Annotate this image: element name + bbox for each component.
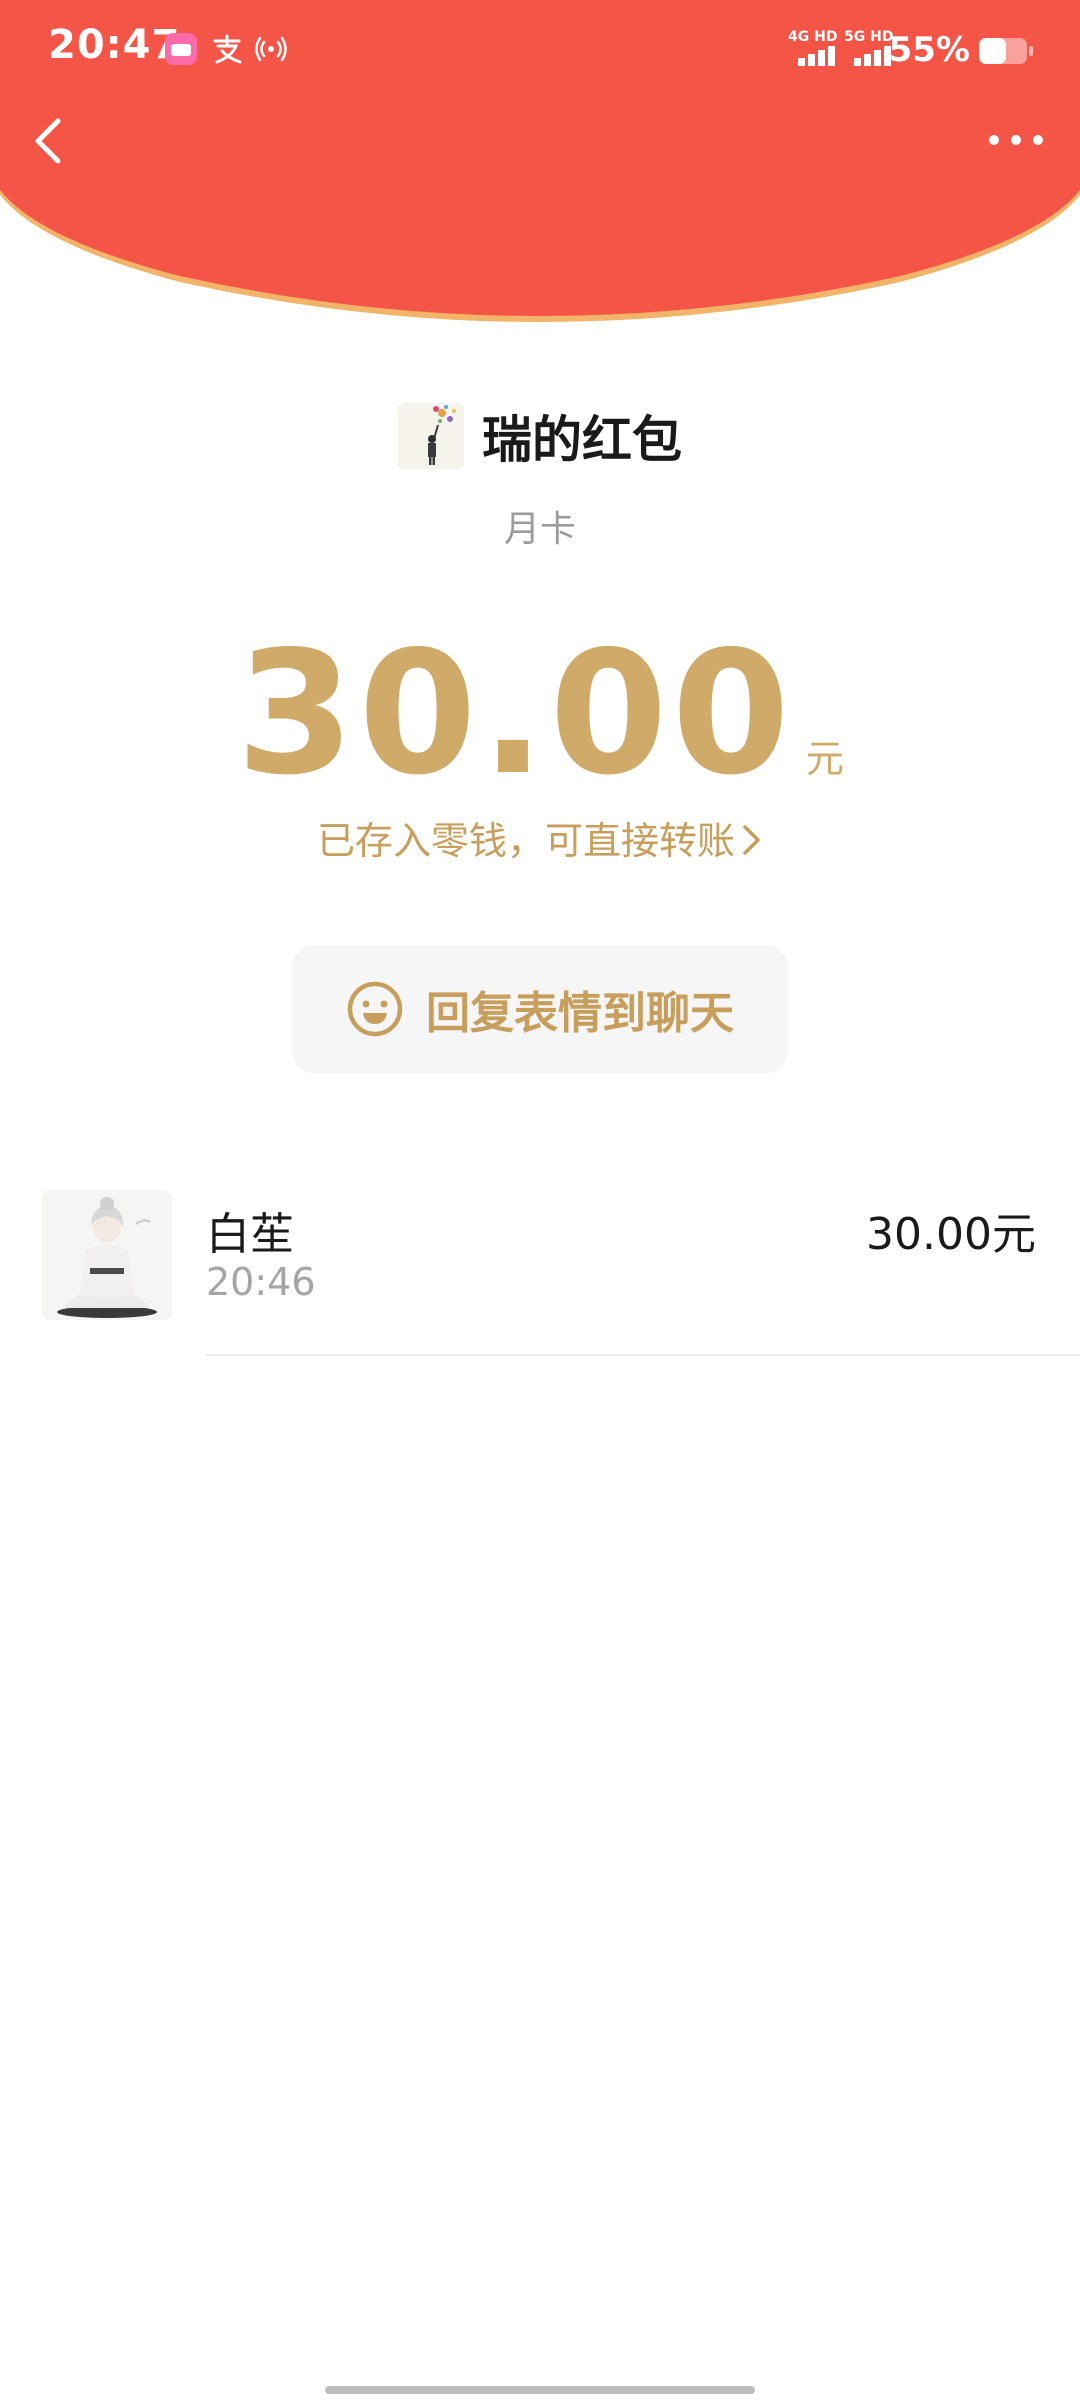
receiver-name: 白苼 xyxy=(206,1209,294,1260)
amount-unit: 元 xyxy=(805,737,844,781)
receiver-time: 20:46 xyxy=(206,1260,316,1304)
hotspot-icon xyxy=(255,36,287,62)
amount-display: 30.00 元 xyxy=(0,615,1080,813)
reply-with-emoji-label: 回复表情到聊天 xyxy=(426,988,734,1039)
receiver-avatar[interactable] xyxy=(42,1190,172,1320)
app-notification-icon xyxy=(165,33,197,65)
back-button[interactable] xyxy=(24,105,84,175)
battery-icon xyxy=(979,38,1033,64)
battery-percent: 55% xyxy=(888,30,970,70)
alipay-icon xyxy=(213,34,242,64)
sender-header: 瑞的红包 xyxy=(0,400,1080,473)
home-indicator[interactable] xyxy=(325,2386,755,2394)
status-bar: 20:47 4G HD 5G HD 55% xyxy=(0,0,1080,100)
receiver-record[interactable]: 白苼 20:46 30.00元 xyxy=(0,1190,1080,1356)
stored-to-balance-link[interactable]: 已存入零钱，可直接转账 xyxy=(0,810,1080,865)
signal-4g-label: 4G HD xyxy=(788,29,838,45)
amount-value: 30.00 xyxy=(236,615,794,813)
reply-with-emoji-button[interactable]: 回复表情到聊天 xyxy=(292,945,788,1073)
chevron-right-icon xyxy=(743,825,760,855)
stored-to-balance-text: 已存入零钱，可直接转账 xyxy=(316,819,735,863)
smile-icon xyxy=(347,981,403,1037)
divider xyxy=(206,1354,1080,1356)
sender-title: 瑞的红包 xyxy=(482,411,682,469)
receiver-amount: 30.00元 xyxy=(866,1209,1036,1260)
signal-4g: 4G HD xyxy=(788,30,842,70)
sender-avatar[interactable] xyxy=(398,403,464,469)
status-time: 20:47 xyxy=(48,22,181,68)
signal-bars-icon xyxy=(798,46,835,66)
red-packet-remark: 月卡 xyxy=(503,509,576,550)
more-button[interactable] xyxy=(976,120,1056,160)
